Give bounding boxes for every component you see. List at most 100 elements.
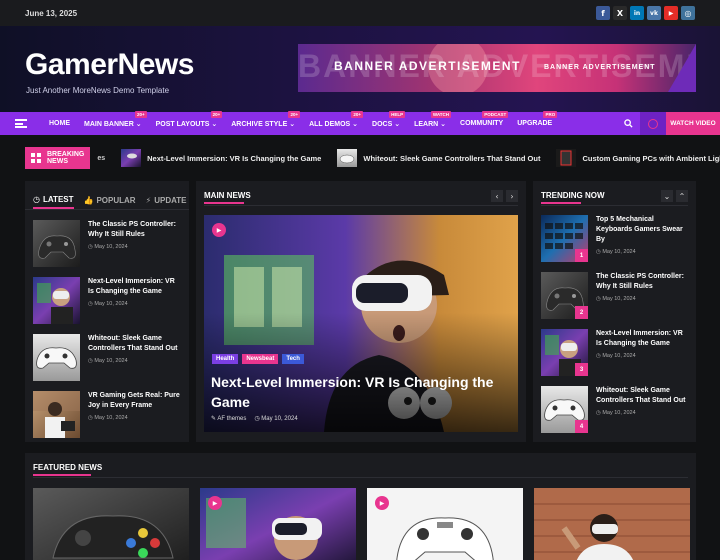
nav-item-community[interactable]: COMMUNITY PODCAST	[453, 111, 510, 127]
top-bar: June 13, 2025 f X in vk ▶ ◎	[0, 0, 720, 26]
post-date: ◷ May 10, 2024	[88, 301, 128, 307]
featured-image	[200, 488, 356, 560]
search-icon[interactable]	[616, 119, 640, 128]
post-title[interactable]: Top 5 Mechanical Keyboards Gamers Swear …	[596, 215, 688, 245]
nav-item-docs[interactable]: DOCS ⌄ HELP	[365, 110, 407, 128]
list-item[interactable]: 4 Whiteout: Sleek Game Controllers That …	[533, 386, 696, 433]
featured-image	[367, 488, 523, 560]
theme-toggle[interactable]	[640, 112, 666, 135]
ticker-tail-text: es	[97, 154, 106, 162]
chevron-up-icon[interactable]: ⌃	[676, 190, 688, 202]
ticker-thumbnail	[337, 149, 358, 167]
ticker-thumbnail	[556, 149, 577, 167]
tag-health[interactable]: Health	[212, 354, 239, 364]
list-item[interactable]: 3 Next-Level Immersion: VR Is Changing t…	[533, 329, 696, 376]
post-title[interactable]: Whiteout: Sleek Game Controllers That St…	[88, 334, 181, 354]
chevron-down-icon: ⌄	[440, 120, 447, 128]
post-title[interactable]: Next-Level Immersion: VR Is Changing the…	[88, 277, 181, 297]
list-item[interactable]: 2 The Classic PS Controller: Why It Stil…	[533, 272, 696, 319]
tab-update[interactable]: ⚡ UPDATE	[146, 191, 187, 209]
nav-item-archive-style[interactable]: ARCHIVE STYLE ⌄ 20+	[224, 110, 302, 128]
heading-underline	[541, 202, 581, 204]
nav-badge: PRO	[543, 111, 558, 118]
x-icon[interactable]: X	[613, 6, 627, 20]
nav-item-post-layouts[interactable]: POST LAYOUTS ⌄ 20+	[149, 110, 225, 128]
nav-item-home[interactable]: HOME	[42, 120, 77, 127]
circle-icon	[648, 118, 658, 129]
nav-item-upgrade[interactable]: UPGRADE PRO	[510, 111, 559, 127]
trending-list: 1 Top 5 Mechanical Keyboards Gamers Swea…	[533, 205, 696, 433]
breaking-news-ticker: BREAKING NEWS es Next-Level Immersion: V…	[0, 142, 720, 174]
nav-item-learn[interactable]: LEARN ⌄ WATCH	[407, 110, 453, 128]
vk-icon[interactable]: vk	[647, 6, 661, 20]
featured-image	[534, 488, 690, 560]
heading-underline	[204, 202, 244, 204]
play-icon[interactable]: ▶	[212, 223, 226, 237]
featured-grid: ▶ ▶	[33, 488, 690, 560]
watch-video-button[interactable]: WATCH VIDEO	[666, 112, 720, 135]
post-title[interactable]: Whiteout: Sleek Game Controllers That St…	[596, 386, 688, 406]
instagram-icon[interactable]: ◎	[681, 6, 695, 20]
tag-newsbeat[interactable]: Newsbeat	[242, 354, 279, 364]
post-title[interactable]: The Classic PS Controller: Why It Still …	[88, 220, 181, 240]
featured-card[interactable]: ▶	[200, 488, 356, 560]
ticker-item[interactable]: Whiteout: Sleek Game Controllers That St…	[337, 149, 540, 167]
post-thumbnail: 4	[541, 386, 588, 433]
chevron-right-icon[interactable]: ›	[506, 190, 518, 202]
hero-article[interactable]: ▶ Health Newsbeat Tech Next-Level Immers…	[204, 215, 518, 432]
post-date: ◷ May 10, 2024	[596, 410, 636, 416]
tab-latest[interactable]: ◷ LATEST	[33, 191, 74, 209]
linkedin-icon[interactable]: in	[630, 6, 644, 20]
post-title[interactable]: The Classic PS Controller: Why It Still …	[596, 272, 688, 292]
nav-item-main-banner[interactable]: MAIN BANNER ⌄ 20+	[77, 110, 149, 128]
featured-card[interactable]	[33, 488, 189, 560]
post-date: ◷ May 10, 2024	[88, 244, 128, 250]
play-icon[interactable]: ▶	[375, 496, 389, 510]
post-thumbnail	[33, 334, 80, 381]
post-date: ◷ May 10, 2024	[596, 296, 636, 302]
list-item[interactable]: The Classic PS Controller: Why It Still …	[25, 220, 189, 267]
slider-controls: ‹ ›	[491, 190, 518, 202]
current-date: June 13, 2025	[25, 8, 78, 18]
chevron-down-icon[interactable]: ⌄	[661, 190, 673, 202]
latest-posts-panel: ◷ LATEST 👍 POPULAR ⚡ UPDATE The Classic PS …	[25, 181, 189, 442]
banner-advertisement[interactable]: BANNER ADVERTISEME BANNER ADVERTISEMENT …	[298, 44, 696, 92]
post-thumbnail: 1	[541, 215, 588, 262]
rank-badge: 3	[575, 363, 588, 376]
chevron-left-icon[interactable]: ‹	[491, 190, 503, 202]
post-date: ◷ May 10, 2024	[596, 353, 636, 359]
post-date: ◷ May 10, 2024	[88, 415, 128, 421]
post-thumbnail	[33, 391, 80, 438]
post-title[interactable]: Next-Level Immersion: VR Is Changing the…	[596, 329, 688, 349]
list-item[interactable]: VR Gaming Gets Real: Pure Joy in Every F…	[25, 391, 189, 438]
list-item[interactable]: Whiteout: Sleek Game Controllers That St…	[25, 334, 189, 381]
ticker-item[interactable]: Custom Gaming PCs with Ambient Ligh	[556, 149, 720, 167]
chevron-down-icon: ⌄	[394, 120, 401, 128]
play-icon[interactable]: ▶	[208, 496, 222, 510]
nav-badge: 20+	[134, 110, 147, 118]
ticker-item[interactable]: Next-Level Immersion: VR Is Changing the…	[121, 149, 321, 167]
site-logo[interactable]: GamerNews	[25, 48, 194, 82]
section-heading: MAIN NEWS	[204, 191, 251, 200]
facebook-icon[interactable]: f	[596, 6, 610, 20]
featured-card[interactable]: ▶	[367, 488, 523, 560]
nav-badge: 20+	[288, 110, 301, 118]
post-title[interactable]: VR Gaming Gets Real: Pure Joy in Every F…	[88, 391, 181, 411]
section-heading: FEATURED NEWS	[33, 463, 103, 472]
tag-tech[interactable]: Tech	[282, 354, 304, 364]
post-thumbnail: 3	[541, 329, 588, 376]
menu-toggle[interactable]	[0, 119, 42, 128]
post-tabs: ◷ LATEST 👍 POPULAR ⚡ UPDATE	[25, 181, 189, 210]
nav-badge: HELP	[389, 110, 406, 118]
tab-popular[interactable]: 👍 POPULAR	[84, 191, 136, 209]
author[interactable]: ✎ AF themes	[211, 415, 246, 422]
list-item[interactable]: Next-Level Immersion: VR Is Changing the…	[25, 277, 189, 324]
chevron-down-icon: ⌄	[211, 120, 218, 128]
youtube-icon[interactable]: ▶	[664, 6, 678, 20]
hero-title[interactable]: Next-Level Immersion: VR Is Changing the…	[211, 372, 501, 412]
post-date: ◷ May 10, 2024	[596, 249, 636, 255]
list-item[interactable]: 1 Top 5 Mechanical Keyboards Gamers Swea…	[533, 215, 696, 262]
nav-badge: PODCAST	[482, 111, 509, 118]
nav-item-all-demos[interactable]: ALL DEMOS ⌄ 20+	[302, 110, 365, 128]
featured-card[interactable]	[534, 488, 690, 560]
